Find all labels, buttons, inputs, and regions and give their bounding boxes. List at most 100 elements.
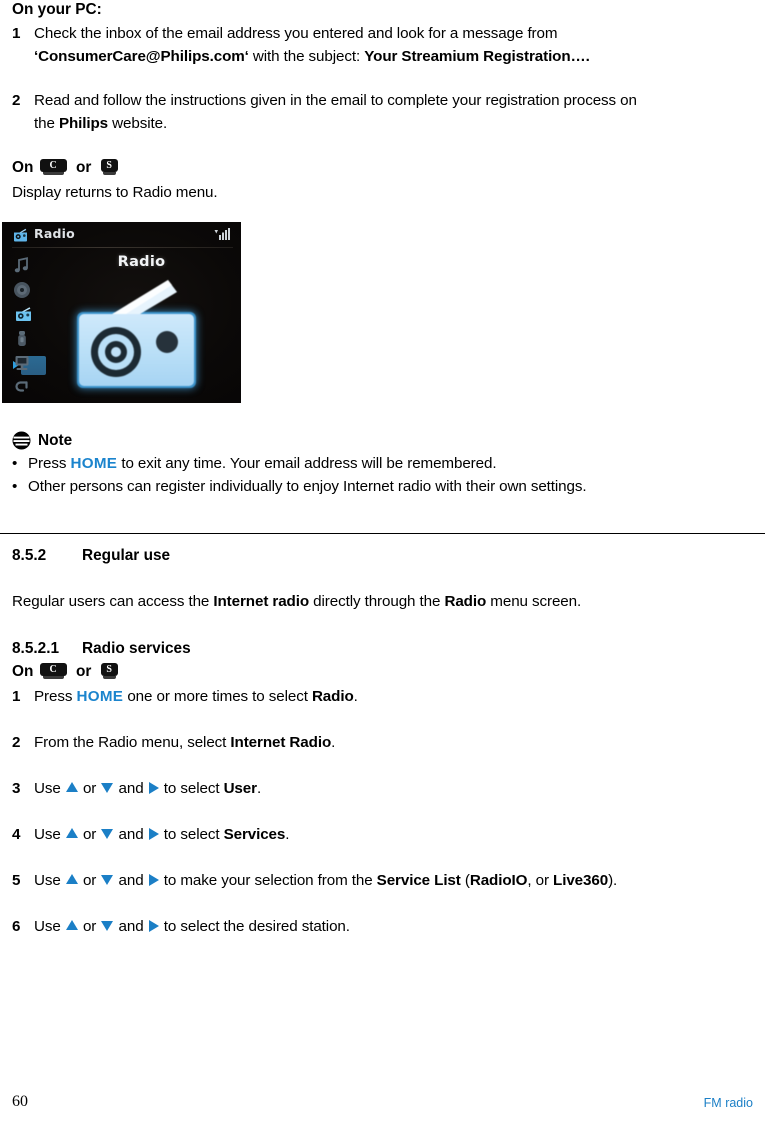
radio-service-steps: 1 Press HOME one or more times to select … <box>12 685 753 938</box>
pc-step-2: 2 Read and follow the instructions given… <box>12 89 753 135</box>
plain-text: Use <box>34 780 65 797</box>
radio-step-1: 1 Press HOME one or more times to select … <box>12 685 753 708</box>
device-key-s-base <box>102 172 116 175</box>
emphasis-text: User <box>223 780 257 797</box>
on-label: On <box>12 663 34 680</box>
section-8-5-2-intro: Regular users can access the Internet ra… <box>12 590 753 613</box>
sidebar-item-return[interactable] <box>12 377 36 397</box>
sidebar-item-music[interactable] <box>12 256 36 276</box>
radio-step-2: 2 From the Radio menu, select Internet Ra… <box>12 731 753 754</box>
plain-text: . <box>331 734 336 751</box>
plain-text: . <box>285 826 290 843</box>
device-key-c-base <box>42 676 64 679</box>
device-key-s-label: S <box>100 159 118 172</box>
arrow-up-icon <box>65 920 78 930</box>
screen-header-title: Radio <box>34 226 75 241</box>
step-text: Use or and to select Services. <box>34 823 753 846</box>
section-8-5-2-1-heading: 8.5.2.1 Radio services <box>12 639 753 659</box>
arrow-down-icon <box>101 829 114 839</box>
section-divider <box>0 533 765 535</box>
device-result-text: Display returns to Radio menu. <box>12 184 218 201</box>
pc-monitor-icon <box>12 356 32 377</box>
pc-steps: 1 Check the inbox of the email address y… <box>12 22 753 135</box>
support-email: ConsumerCare@Philips.com <box>38 48 245 65</box>
step-number: 1 <box>12 688 21 705</box>
device-key-c-icon: C <box>39 159 67 175</box>
section-number: 8.5.2.1 <box>12 640 60 657</box>
plain-text: From the Radio menu, select <box>34 734 231 751</box>
device-key-c-base <box>42 172 64 175</box>
device-key-s-icon: S <box>100 159 118 175</box>
section-8-5-2-heading: 8.5.2 Regular use <box>12 547 753 565</box>
plain-text: and <box>114 780 148 797</box>
plain-text: or <box>78 918 101 935</box>
step-number: 2 <box>12 734 21 751</box>
footer-section-label: FM radio <box>703 1096 753 1110</box>
on-your-pc-heading: On your PC: <box>12 1 102 18</box>
device-key-c-icon: C <box>39 663 67 679</box>
step2-line2-b: website. <box>108 115 168 132</box>
note-title-row: Note <box>12 431 753 450</box>
disc-icon <box>12 282 32 304</box>
arrow-right-icon <box>148 782 159 794</box>
plain-text: and <box>114 872 148 889</box>
intro-part-e: menu screen. <box>486 593 582 610</box>
section-number: 8.5.2 <box>12 547 47 564</box>
on-label: On <box>12 159 34 176</box>
step2-line1: Read and follow the instructions given i… <box>34 92 637 109</box>
note-item-text: Press HOME to exit any time. Your email … <box>28 452 497 475</box>
note-item: • Other persons can register individuall… <box>12 475 753 498</box>
sidebar-item-disc[interactable] <box>12 280 36 300</box>
sidebar-item-usb[interactable] <box>12 329 36 349</box>
emphasis-text: Internet Radio <box>230 734 332 751</box>
page-number: 60 <box>12 1093 28 1110</box>
plain-text: or <box>78 780 101 797</box>
step-number: 5 <box>12 872 21 889</box>
arrow-up-icon <box>65 782 78 792</box>
signal-strength-icon <box>214 228 230 241</box>
device-key-line: On C or S <box>12 158 753 178</box>
plain-text: to select <box>159 780 224 797</box>
note-pre: Press <box>28 455 71 472</box>
radio-icon <box>15 306 33 327</box>
plain-text: . <box>256 780 262 797</box>
radio-graphic <box>60 272 225 400</box>
step-text: Use or and to select User. <box>34 777 753 800</box>
device-key-s-icon: S <box>100 663 118 679</box>
arrow-down-icon <box>101 783 114 793</box>
or-label: or <box>75 663 92 680</box>
manual-page: On your PC: 1 Check the inbox of the ema… <box>0 0 765 1135</box>
plain-text: ). <box>608 872 618 889</box>
brand-philips: Philips <box>58 115 109 132</box>
bullet-icon: • <box>12 478 18 495</box>
plain-text: Use <box>34 918 65 935</box>
plain-text: or <box>78 872 101 889</box>
step-text: Read and follow the instructions given i… <box>34 89 753 135</box>
step-number: 3 <box>12 780 21 797</box>
sidebar-item-radio[interactable] <box>12 304 46 375</box>
device-key-c-label: C <box>39 159 67 172</box>
emphasis-text: Live360 <box>553 872 609 889</box>
music-note-icon <box>12 257 32 278</box>
arrow-right-icon <box>148 828 159 840</box>
arrow-down-icon <box>101 875 114 885</box>
step-text: Check the inbox of the email address you… <box>34 22 753 68</box>
device-key-line-2: On C or S <box>12 662 753 682</box>
sidebar-item-pc[interactable] <box>12 353 36 373</box>
arrow-up-icon <box>65 828 78 838</box>
emphasis-text: Service List <box>376 872 461 889</box>
intro-radio: Radio <box>444 593 487 610</box>
screen-header-divider <box>12 247 233 248</box>
arrow-down-icon <box>101 921 114 931</box>
step-number: 6 <box>12 918 21 935</box>
device-screen-figure: Radio Radio <box>2 222 241 403</box>
plain-text: , or <box>527 872 554 889</box>
plain-text: Use <box>34 826 65 843</box>
arrow-right-icon <box>148 920 159 932</box>
note-post: to exit any time. Your email address wil… <box>117 455 497 472</box>
arrow-right-icon <box>148 874 159 886</box>
bullet-icon: • <box>12 455 18 472</box>
step-text: Use or and to make your selection from t… <box>34 869 753 892</box>
note-block: Note • Press HOME to exit any time. Your… <box>12 431 753 498</box>
usb-stick-icon <box>12 331 32 353</box>
